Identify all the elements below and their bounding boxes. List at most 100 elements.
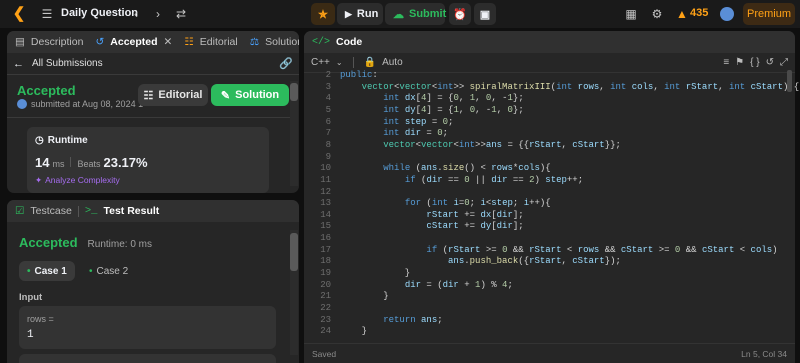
bookmark-icon[interactable]: ⚑: [735, 57, 744, 68]
code-line: rStart += dx[dir];: [426, 209, 524, 220]
submit-button[interactable]: ☁ Submit: [385, 3, 446, 25]
analyze-complexity-link[interactable]: ✦ Analyze Complexity: [35, 175, 120, 186]
code-line: }: [340, 291, 389, 302]
tab-editorial[interactable]: Editorial: [200, 36, 238, 48]
submission-meta: submitted at Aug 08, 2024 1: [17, 99, 143, 109]
braces-icon[interactable]: { }: [750, 57, 759, 68]
scrollbar-thumb[interactable]: [787, 70, 792, 92]
format-icon[interactable]: ≡: [723, 57, 729, 68]
line-number: 11: [320, 174, 331, 185]
submitted-text: submitted at Aug 08, 2024 1: [31, 99, 144, 109]
tab-solutions[interactable]: Solutions: [265, 36, 299, 48]
chevron-right-icon[interactable]: ›: [152, 5, 164, 23]
line-number: 12: [320, 186, 331, 197]
solution-label: Solution: [235, 89, 280, 101]
tab-testcase[interactable]: Testcase: [30, 205, 71, 217]
edit-icon: ✎: [220, 89, 231, 102]
tab-accepted[interactable]: Accepted: [110, 36, 157, 48]
runtime-value: 14: [35, 155, 50, 170]
line-number: 5: [325, 104, 331, 115]
chevron-down-icon[interactable]: ⌄: [336, 58, 343, 67]
expand-icon[interactable]: ⤢: [780, 57, 788, 68]
dot-icon: •: [89, 265, 93, 277]
problem-list-title[interactable]: Daily Question: [61, 7, 138, 25]
debug-button[interactable]: ✯: [311, 3, 335, 25]
test-result-panel: ☑ Testcase >_ Test Result Accepted Runti…: [7, 200, 299, 363]
link-icon[interactable]: 🔗: [279, 57, 293, 70]
line-number: 9: [325, 151, 331, 162]
line-number: 4: [325, 93, 331, 104]
runtime-card: ◷ Runtime 14 ms Beats 23.17% ✦ Analyze C…: [27, 127, 269, 193]
result-header: Accepted Runtime: 0 ms: [19, 235, 152, 250]
line-number: 20: [320, 279, 331, 290]
tab-description[interactable]: Description: [31, 36, 84, 48]
list-icon[interactable]: ☰: [40, 5, 54, 23]
all-submissions-link[interactable]: All Submissions: [32, 58, 103, 69]
code-line: vector<vector<int>> spiralMatrixIII(int …: [361, 81, 800, 92]
line-number: 6: [325, 116, 331, 127]
premium-button[interactable]: Premium: [743, 3, 795, 25]
logo-icon[interactable]: ❮: [10, 5, 28, 23]
grid-icon[interactable]: ▦: [624, 5, 638, 23]
language-select[interactable]: C++: [311, 57, 330, 68]
chevron-left-icon[interactable]: ‹: [130, 5, 142, 23]
case-2-label: Case 2: [96, 265, 129, 277]
avatar: [17, 99, 27, 109]
play-icon: ▶: [345, 8, 352, 19]
run-label: Run: [356, 8, 379, 20]
line-number: 14: [320, 209, 331, 220]
result-status: Accepted: [19, 235, 78, 250]
checkbox-icon: ☑: [15, 205, 25, 217]
var-value: 1: [27, 329, 34, 341]
code-line: int dir = 0;: [383, 128, 449, 139]
scrollbar-thumb[interactable]: [290, 233, 298, 271]
run-button[interactable]: ▶ Run: [337, 3, 383, 25]
line-number: 23: [320, 314, 331, 325]
gear-icon[interactable]: ⚙: [650, 5, 664, 23]
code-line: for (int i=0; i<step; i++){: [404, 198, 551, 209]
tab-test-result[interactable]: Test Result: [103, 205, 159, 217]
submission-tabs: ▤ Description ↺ Accepted ✕ ☷ Editorial ⚖…: [7, 31, 299, 53]
status-bar: Saved Ln 5, Col 34: [304, 343, 795, 363]
case-1-tab[interactable]: • Case 1: [19, 261, 75, 281]
book-icon: ☷: [184, 36, 194, 48]
solution-button[interactable]: ✎ Solution: [211, 84, 289, 106]
line-number: 10: [320, 163, 331, 174]
arrow-left-icon[interactable]: ←: [13, 58, 24, 70]
cursor-position: Ln 5, Col 34: [741, 348, 787, 359]
alarm-icon: ⏰: [453, 8, 467, 21]
avatar[interactable]: [720, 7, 734, 21]
line-number: 16: [320, 233, 331, 244]
premium-label: Premium: [747, 8, 792, 20]
top-bar: ❮ ☰ Daily Question ‹ › ⇄ ✯ ▶ Run ☁ Submi…: [0, 0, 800, 28]
code-line: }: [340, 268, 411, 279]
shuffle-icon[interactable]: ⇄: [174, 5, 188, 23]
accepted-status: Accepted: [17, 83, 76, 98]
beats-label: Beats: [77, 159, 101, 169]
code-editor[interactable]: 2 3 4 5 6 7 8 9 10 11 12 13 14 15 16 17 …: [305, 70, 799, 340]
description-icon: ▤: [15, 36, 25, 48]
input-box[interactable]: rows = 1: [19, 306, 276, 349]
reset-icon[interactable]: ↺: [766, 57, 774, 68]
code-line: int dy[4] = {1, 0, -1, 0};: [383, 104, 524, 115]
scrollbar-thumb[interactable]: [290, 83, 298, 101]
case-2-tab[interactable]: • Case 2: [83, 261, 134, 281]
test-tabs: ☑ Testcase >_ Test Result: [7, 200, 299, 222]
code-line: vector<vector<int>>ans = {{rStart, cStar…: [383, 139, 621, 150]
flask-icon: ⚖: [249, 36, 260, 48]
code-line: int step = 0;: [383, 116, 454, 127]
terminal-icon: >_: [84, 205, 98, 217]
auto-label[interactable]: Auto: [382, 57, 403, 68]
close-icon[interactable]: ✕: [164, 36, 173, 48]
line-number: 18: [320, 256, 331, 267]
var-name: rows =: [27, 314, 54, 324]
code-line: int dx[4] = {0, 1, 0, -1};: [383, 93, 524, 104]
timer-button[interactable]: ⏰: [449, 3, 471, 25]
editorial-button[interactable]: ☷ Editorial: [138, 84, 208, 106]
notes-button[interactable]: ▣: [474, 3, 496, 25]
code-line: cStart += dy[dir];: [426, 221, 524, 232]
streak-count[interactable]: 435: [690, 7, 708, 25]
code-line: public:: [340, 70, 378, 80]
beats-value: 23.17%: [103, 155, 148, 170]
input-box[interactable]: [19, 354, 276, 363]
